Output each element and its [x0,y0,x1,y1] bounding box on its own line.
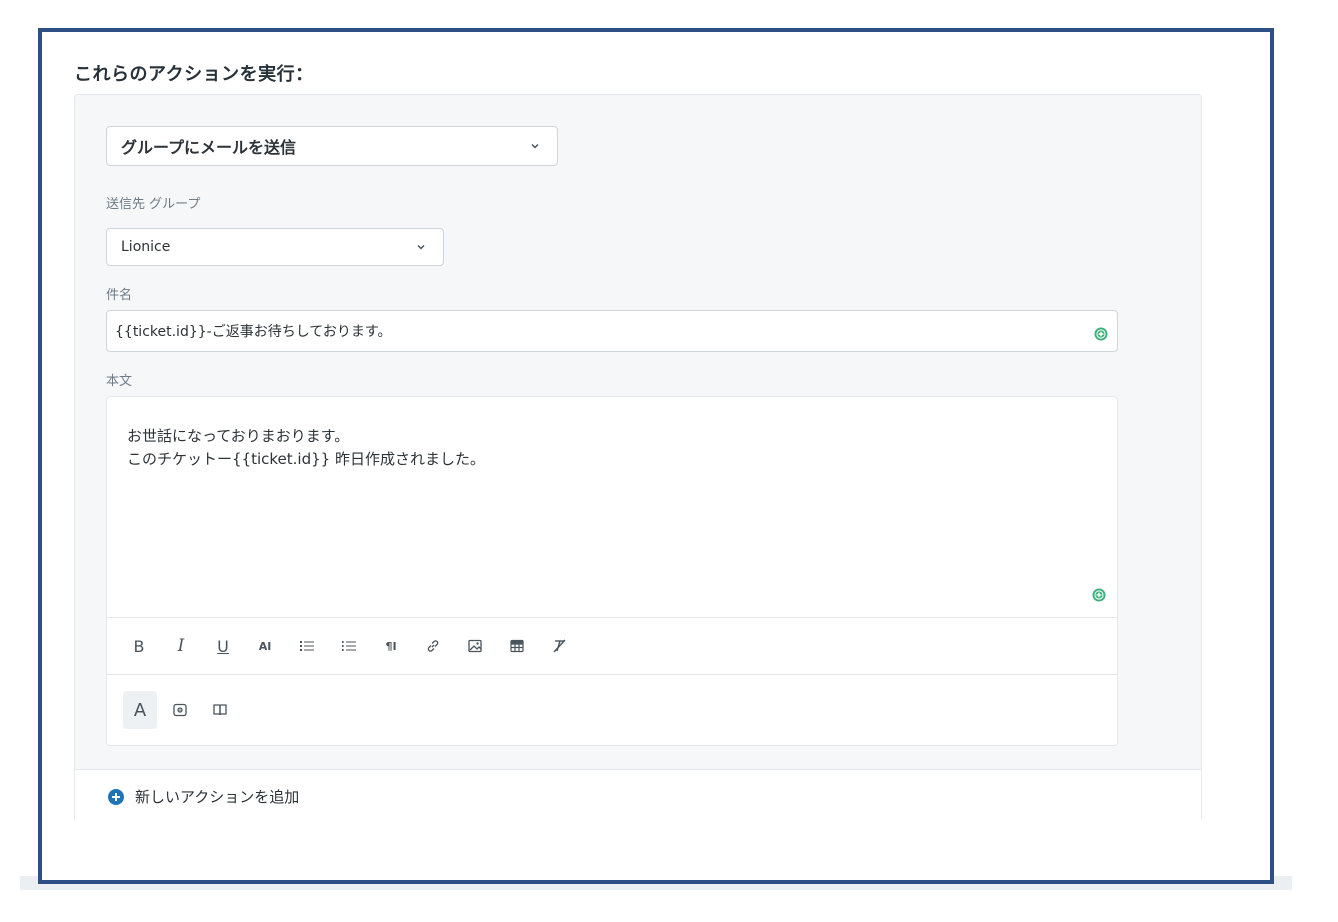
body-line-2: このチケットー{{ticket.id}} 昨日作成されました。 [127,450,485,468]
knowledge-base-button[interactable] [203,691,237,729]
clear-format-button[interactable] [545,632,573,660]
body-editor[interactable]: お世話になっておりまおります。 このチケットー{{ticket.id}} 昨日作… [106,396,1118,746]
bullet-list-button[interactable] [293,632,321,660]
body-text[interactable]: お世話になっておりまおります。 このチケットー{{ticket.id}} 昨日作… [127,425,485,471]
plus-circle-blue-icon [108,788,124,805]
italic-button[interactable]: I [167,632,195,660]
body-line-1: お世話になっておりまおります。 [127,427,350,445]
group-label: 送信先 グループ [106,197,201,212]
link-button[interactable] [419,632,447,660]
link-icon [427,640,439,652]
subject-input[interactable]: {{ticket.id}}-ご返事お待ちしております。 [106,310,1118,352]
chevron-down-icon [417,244,425,250]
actions-section: これらのアクションを実行： グループにメールを送信 送信先 グループ Lioni… [38,28,1274,884]
text-mode-button[interactable]: A [123,691,157,729]
placeholder-button[interactable] [163,691,197,729]
plus-circle-green-icon[interactable] [1093,326,1109,342]
image-icon [468,639,482,653]
action-panel: グループにメールを送信 送信先 グループ Lionice 件名 {{ticket… [74,94,1202,823]
action-type-value: グループにメールを送信 [121,138,297,157]
section-heading: これらのアクションを実行： [74,64,314,85]
numbered-list-button[interactable] [335,632,363,660]
paragraph-button[interactable]: ¶I [377,632,405,660]
plus-circle-green-icon[interactable] [1091,587,1107,603]
image-button[interactable] [461,632,489,660]
add-action-label: 新しいアクションを追加 [135,788,300,806]
add-action-button[interactable]: 新しいアクションを追加 [75,769,1201,823]
bold-button[interactable]: B [125,632,153,660]
body-label: 本文 [106,374,133,389]
editor-mode-toolbar: A [107,675,1117,745]
underline-button[interactable]: U [209,632,237,660]
format-toolbar: B I U AI ¶I [107,617,1117,675]
subject-value: {{ticket.id}}-ご返事お待ちしております。 [115,324,392,340]
subject-label: 件名 [106,288,133,303]
group-select[interactable]: Lionice [106,228,444,266]
group-value: Lionice [121,239,171,255]
book-icon [213,704,227,716]
font-size-button[interactable]: AI [251,632,279,660]
bullet-list-icon [300,641,314,651]
action-type-select[interactable]: グループにメールを送信 [106,126,558,166]
numbered-list-icon [342,641,356,651]
clear-format-icon [553,639,566,653]
placeholder-icon [173,703,187,717]
chevron-down-icon [531,143,539,149]
table-button[interactable] [503,632,531,660]
table-icon [510,639,524,653]
